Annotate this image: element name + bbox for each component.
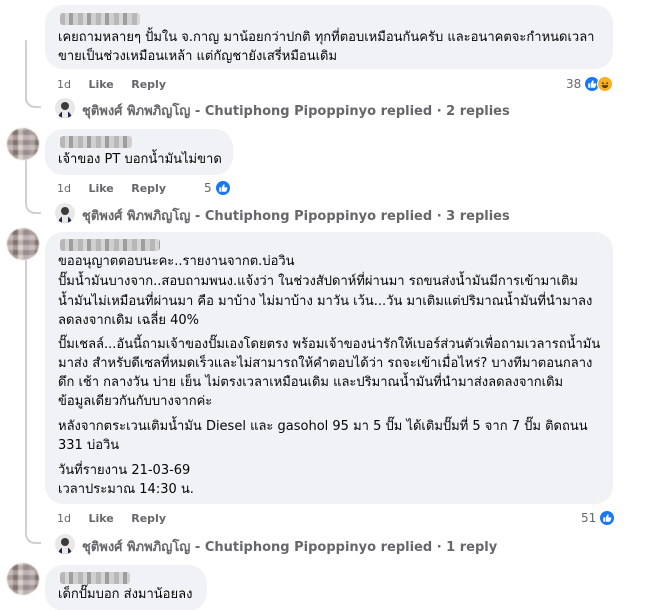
thread-curve bbox=[25, 530, 41, 544]
comment-text-line: ขออนุญาตตอบนะคะ..รายงานจากต.บ่อวิน bbox=[58, 254, 295, 269]
reply-button[interactable]: Reply bbox=[131, 182, 166, 195]
comment-author-avatar[interactable] bbox=[7, 128, 39, 160]
comment-author-name[interactable] bbox=[60, 239, 160, 251]
comment-text-line: เด็กปั๊มบอก ส่งมาน้อยลง bbox=[58, 587, 193, 602]
reaction-summary[interactable]: 51 bbox=[581, 510, 616, 526]
comment-meta: 1d Like Reply bbox=[57, 78, 180, 91]
thread-curve bbox=[25, 200, 41, 214]
comment-author-avatar[interactable] bbox=[7, 563, 39, 595]
reply-button[interactable]: Reply bbox=[131, 78, 166, 91]
comment-time[interactable]: 1d bbox=[57, 78, 71, 91]
comment-text-line: เคยถามหลายๆ ปั้มใน จ.กาญ มาน้อยกว่าปกติ … bbox=[58, 30, 595, 45]
comment-text-line: หลังจากตระเวนเติมน้ำมัน Diesel และ gasoh… bbox=[58, 419, 588, 434]
comment-text-line: ดึก เช้า กลางวัน บ่าย เย็น ไม่ตรงเวลาเหม… bbox=[58, 375, 564, 390]
haha-icon bbox=[597, 76, 614, 92]
comment-text-line: วันที่รายงาน 21-03-69 bbox=[58, 463, 191, 478]
like-button[interactable]: Like bbox=[88, 182, 113, 195]
comment-text-line: ปั๊มน้ำมันบางจาก..สอบถามพนง.แจ้งว่า ในช่… bbox=[58, 274, 578, 289]
like-button[interactable]: Like bbox=[88, 78, 113, 91]
reaction-count: 38 bbox=[566, 77, 582, 91]
comment-author-name[interactable] bbox=[60, 136, 132, 148]
comment-text-line: ลดลงจากเดิม เฉลี่ย 40% bbox=[58, 313, 200, 328]
comment-time[interactable]: 1d bbox=[57, 512, 71, 525]
comment-time[interactable]: 1d bbox=[57, 182, 71, 195]
view-replies-link[interactable]: ชุติพงศ์ พิภพภิญโญ - Chutiphong Pipoppin… bbox=[82, 205, 510, 226]
comment-meta: 1d Like Reply bbox=[57, 512, 180, 525]
thread-curve bbox=[25, 94, 41, 108]
like-icon bbox=[599, 510, 616, 526]
comment-author-name[interactable] bbox=[60, 13, 140, 25]
replies-summary: ชุติพงศ์ พิภพภิญโญ - Chutiphong Pipoppin… bbox=[82, 209, 510, 224]
comment-text-line: 331 บ่อวิน bbox=[58, 438, 120, 453]
reaction-count: 51 bbox=[581, 511, 597, 525]
view-replies-link[interactable]: ชุติพงศ์ พิภพภิญโญ - Chutiphong Pipoppin… bbox=[82, 100, 510, 121]
thread-line bbox=[25, 160, 27, 201]
thread-line bbox=[25, 40, 27, 102]
reaction-summary[interactable]: 38 bbox=[566, 76, 614, 92]
reaction-summary[interactable]: 5 bbox=[204, 180, 231, 196]
replies-summary: ชุติพงศ์ พิภพภิญโญ - Chutiphong Pipoppin… bbox=[82, 104, 510, 119]
comment-author-avatar[interactable] bbox=[7, 228, 39, 260]
comment-text-line: ปั๊มเชลล์...อันนี้ถามเจ้าของปั๊มเองโดยตร… bbox=[58, 337, 601, 352]
thread-line bbox=[25, 260, 27, 530]
replier-avatar[interactable] bbox=[55, 534, 75, 554]
comment-text-line: ข้อมูลเดียวกันกับบางจากค่ะ bbox=[58, 394, 213, 409]
comment-author-name[interactable] bbox=[60, 572, 130, 584]
reply-button[interactable]: Reply bbox=[131, 512, 166, 525]
replies-summary: ชุติพงศ์ พิภพภิญโญ - Chutiphong Pipoppin… bbox=[82, 540, 498, 555]
comment-text-line: น้ำมันไม่เหมือนที่ผ่านมา คือ มาบ้าง ไม่ม… bbox=[58, 294, 593, 309]
comment-meta: 1d Like Reply bbox=[57, 182, 180, 195]
like-button[interactable]: Like bbox=[88, 512, 113, 525]
comment-text-line: เจ้าของ PT บอกน้ำมันไม่ขาด bbox=[58, 152, 222, 167]
comment-text-line: ขายเป็นช่วงเหมือนเหล้า แต่กัญชายังเสรี่ห… bbox=[58, 49, 338, 64]
comment-text-line: มาส่ง สำหรับดีเซลที่หมดเร็วและไม่สามารถใ… bbox=[58, 356, 593, 371]
comment-text-line: เวลาประมาณ 14:30 น. bbox=[58, 482, 194, 497]
like-icon bbox=[214, 180, 231, 196]
replier-avatar[interactable] bbox=[55, 98, 75, 118]
replier-avatar[interactable] bbox=[55, 203, 75, 223]
view-replies-link[interactable]: ชุติพงศ์ พิภพภิญโญ - Chutiphong Pipoppin… bbox=[82, 536, 497, 557]
reaction-count: 5 bbox=[204, 181, 212, 195]
